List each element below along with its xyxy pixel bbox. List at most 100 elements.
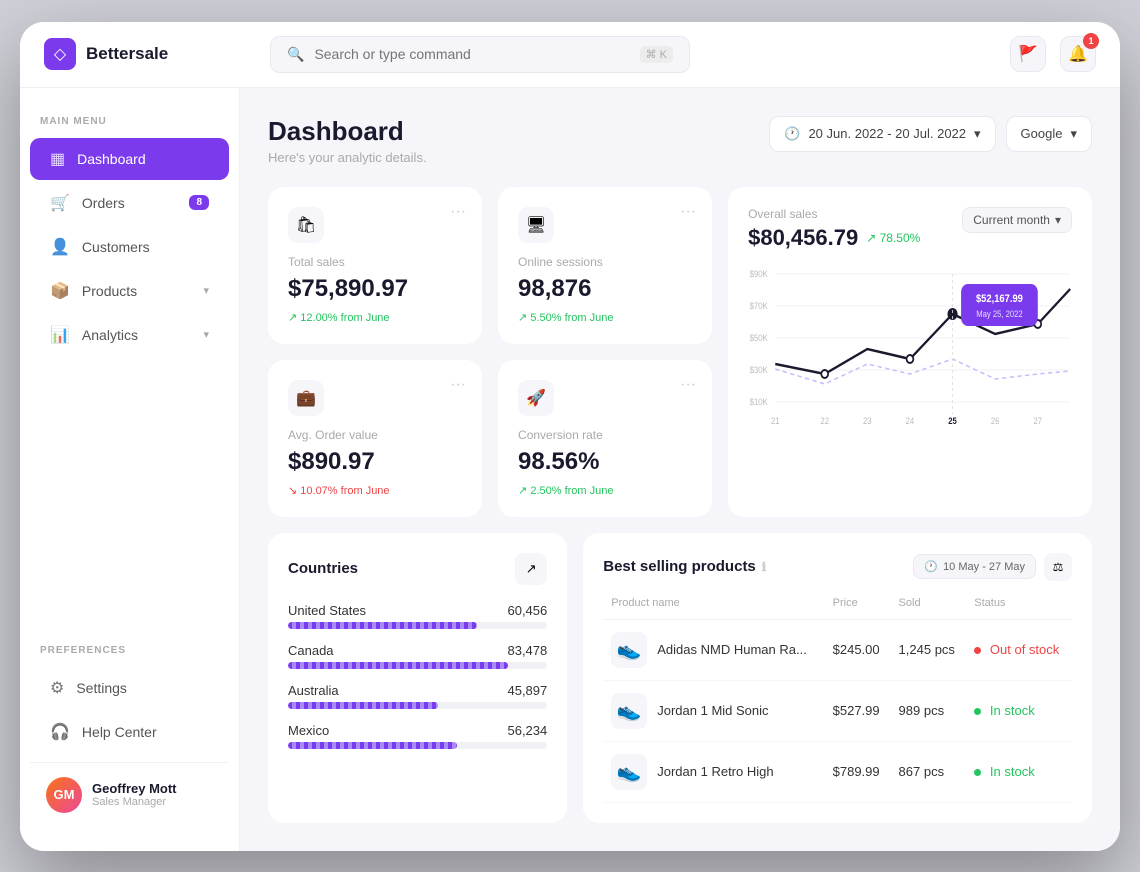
online-sessions-card: ··· 🖥 Online sessions 98,876 ↗ 5.50% fro… xyxy=(498,187,712,344)
settings-icon: ⚙ xyxy=(50,678,64,698)
card-trend: ↗ 5.50% from June xyxy=(518,311,692,324)
country-name-row: Mexico 56,234 xyxy=(288,723,547,738)
country-value: 56,234 xyxy=(507,723,547,738)
chart-period-button[interactable]: Current month ▾ xyxy=(962,207,1072,233)
col-sold: Sold xyxy=(891,597,967,620)
sidebar-item-help[interactable]: 🎧 Help Center xyxy=(30,711,229,753)
chart-header: Overall sales $80,456.79 ↗ 78.50% Curren… xyxy=(748,207,1072,251)
user-name: Geoffrey Mott xyxy=(92,781,177,796)
products-title: Best selling products ℹ xyxy=(603,558,766,575)
customers-icon: 👤 xyxy=(50,237,70,257)
country-value: 60,456 xyxy=(507,603,547,618)
col-price: Price xyxy=(825,597,891,620)
product-sold: 1,245 pcs xyxy=(891,619,967,680)
product-price: $789.99 xyxy=(825,741,891,802)
sidebar-item-settings[interactable]: ⚙ Settings xyxy=(30,667,229,709)
svg-text:$30K: $30K xyxy=(750,364,768,375)
search-input[interactable] xyxy=(314,46,629,62)
product-name-cell: 👟 Adidas NMD Human Ra... xyxy=(611,632,816,668)
country-name: Mexico xyxy=(288,723,329,738)
sidebar: MAIN MENU ▦ Dashboard 🛒 Orders 8 👤 Custo… xyxy=(20,88,240,851)
chart-value: $80,456.79 xyxy=(748,225,858,251)
date-range-picker[interactable]: 🕐 20 Jun. 2022 - 20 Jul. 2022 ▾ xyxy=(769,116,995,152)
search-shortcut: ⌘ K xyxy=(640,46,673,63)
sidebar-item-dashboard[interactable]: ▦ Dashboard xyxy=(30,138,229,180)
chevron-down-icon: ▾ xyxy=(974,126,981,142)
card-menu-icon[interactable]: ··· xyxy=(680,376,696,394)
dashboard-header: Dashboard Here's your analytic details. … xyxy=(268,116,1092,165)
card-label: Total sales xyxy=(288,255,462,269)
filter-button[interactable]: ⚖ xyxy=(1044,553,1072,581)
svg-text:23: 23 xyxy=(863,415,872,426)
card-menu-icon[interactable]: ··· xyxy=(450,203,466,221)
country-bar-fill xyxy=(288,702,438,709)
products-chevron-icon: ▾ xyxy=(203,284,209,297)
country-bar-bg xyxy=(288,622,547,629)
status-badge: In stock xyxy=(974,703,1034,718)
sidebar-item-products[interactable]: 📦 Products ▾ xyxy=(30,270,229,312)
products-icon: 📦 xyxy=(50,281,70,301)
sidebar-item-orders[interactable]: 🛒 Orders 8 xyxy=(30,182,229,224)
export-button[interactable]: ↗ xyxy=(515,553,547,585)
online-sessions-icon: 🖥 xyxy=(518,207,554,243)
product-price: $527.99 xyxy=(825,680,891,741)
country-bar-fill xyxy=(288,662,508,669)
bottom-grid: Countries ↗ United States 60,456 xyxy=(268,533,1092,823)
card-trend: ↗ 12.00% from June xyxy=(288,311,462,324)
analytics-icon: 📊 xyxy=(50,325,70,345)
country-bar-fill xyxy=(288,742,457,749)
user-role: Sales Manager xyxy=(92,796,177,808)
sidebar-item-label: Customers xyxy=(82,239,150,255)
country-row-us: United States 60,456 xyxy=(288,603,547,629)
sidebar-item-analytics[interactable]: 📊 Analytics ▾ xyxy=(30,314,229,356)
flag-button[interactable]: 🚩 xyxy=(1010,36,1046,72)
notifications-button[interactable]: 🔔 1 xyxy=(1060,36,1096,72)
card-label: Conversion rate xyxy=(518,428,692,442)
dashboard-title-area: Dashboard Here's your analytic details. xyxy=(268,116,427,165)
avg-order-icon: 💼 xyxy=(288,380,324,416)
notification-badge: 1 xyxy=(1083,33,1099,49)
conversion-card: ··· 🚀 Conversion rate 98.56% ↗ 2.50% fro… xyxy=(498,360,712,517)
card-menu-icon[interactable]: ··· xyxy=(680,203,696,221)
country-bar-bg xyxy=(288,742,547,749)
small-cards-col-2: ··· 🖥 Online sessions 98,876 ↗ 5.50% fro… xyxy=(498,187,712,517)
avatar: GM xyxy=(46,777,82,813)
svg-text:25: 25 xyxy=(948,415,957,426)
user-area[interactable]: GM Geoffrey Mott Sales Manager xyxy=(30,762,229,827)
svg-text:24: 24 xyxy=(906,415,915,426)
countries-title: Countries xyxy=(288,560,358,577)
country-bar-fill xyxy=(288,622,477,629)
country-name: United States xyxy=(288,603,366,618)
country-row-au: Australia 45,897 xyxy=(288,683,547,709)
sidebar-item-customers[interactable]: 👤 Customers xyxy=(30,226,229,268)
chart-container: $90K $70K $50K $30K $10K xyxy=(748,259,1072,429)
country-value: 83,478 xyxy=(507,643,547,658)
svg-text:May 25, 2022: May 25, 2022 xyxy=(976,308,1023,319)
user-info: Geoffrey Mott Sales Manager xyxy=(92,781,177,808)
products-date-range[interactable]: 🕐 10 May - 27 May xyxy=(913,554,1036,579)
product-thumbnail: 👟 xyxy=(611,632,647,668)
status-dot-icon xyxy=(974,769,981,776)
card-menu-icon[interactable]: ··· xyxy=(450,376,466,394)
top-bar: Bettersale 🔍 ⌘ K 🚩 🔔 1 xyxy=(20,22,1120,88)
card-trend: ↗ 2.50% from June xyxy=(518,484,692,497)
product-sold: 867 pcs xyxy=(891,741,967,802)
status-badge: In stock xyxy=(974,764,1034,779)
product-thumbnail: 👟 xyxy=(611,754,647,790)
status-dot-icon xyxy=(974,708,981,715)
chart-label: Overall sales xyxy=(748,207,920,221)
search-bar[interactable]: 🔍 ⌘ K xyxy=(270,36,690,73)
stats-grid: ··· 🛍 Total sales $75,890.97 ↗ 12.00% fr… xyxy=(268,187,1092,517)
products-date-label: 10 May - 27 May xyxy=(943,561,1025,573)
product-thumbnail: 👟 xyxy=(611,693,647,729)
conversion-icon: 🚀 xyxy=(518,380,554,416)
countries-header: Countries ↗ xyxy=(288,553,547,585)
brand-name: Bettersale xyxy=(86,44,168,64)
card-value: 98.56% xyxy=(518,448,692,476)
sales-chart: $90K $70K $50K $30K $10K xyxy=(748,259,1072,429)
svg-text:22: 22 xyxy=(821,415,830,426)
product-name: Jordan 1 Mid Sonic xyxy=(657,703,768,718)
source-selector[interactable]: Google ▾ xyxy=(1006,116,1092,152)
period-chevron-icon: ▾ xyxy=(1055,213,1061,227)
sidebar-item-label: Analytics xyxy=(82,327,138,343)
